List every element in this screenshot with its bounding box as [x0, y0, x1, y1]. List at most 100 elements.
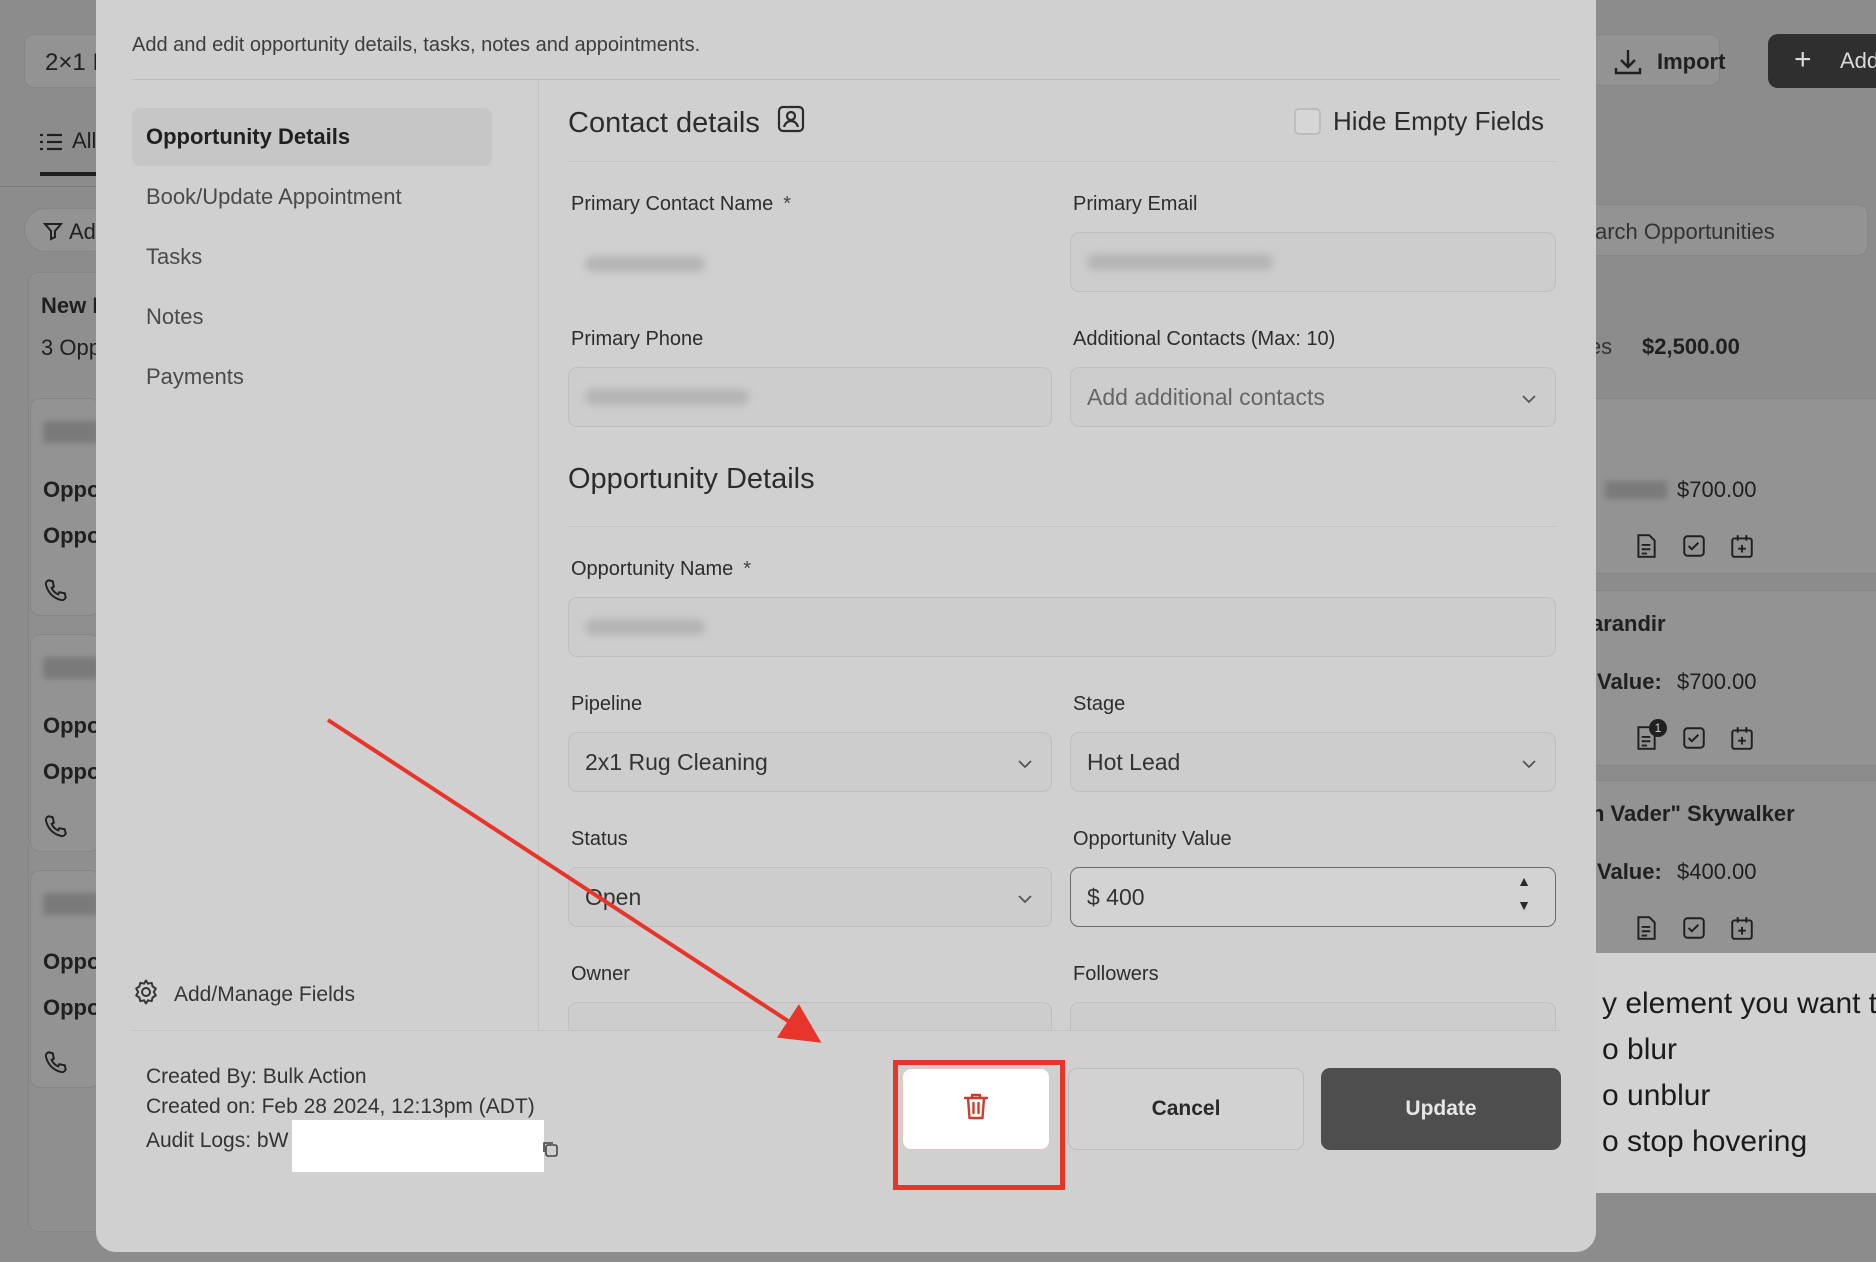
- add-manage-fields-label: Add/Manage Fields: [174, 983, 355, 1006]
- primary-email-input[interactable]: [1070, 232, 1556, 292]
- contact-details-title: Contact details: [568, 104, 806, 142]
- opportunity-card[interactable]: $700.00: [1580, 398, 1876, 574]
- opportunity-card[interactable]: arandir Value: $700.00 1: [1580, 590, 1876, 766]
- add-opportunity-button[interactable]: + Add: [1768, 34, 1876, 88]
- trash-icon: [960, 1090, 992, 1128]
- primary-contact-name-input[interactable]: [568, 234, 1052, 294]
- pipeline-label: Pipeline: [571, 693, 643, 715]
- plus-icon: +: [1794, 43, 1812, 76]
- note-icon[interactable]: [1633, 915, 1659, 941]
- import-label: Import: [1657, 49, 1726, 74]
- section-divider: [568, 526, 1556, 527]
- followers-label: Followers: [1073, 963, 1159, 985]
- opportunity-card[interactable]: Oppo Oppo: [30, 398, 100, 616]
- created-on: Created on: Feb 28 2024, 12:13pm (ADT): [146, 1095, 535, 1118]
- stage-value: Hot Lead: [1087, 748, 1181, 775]
- chevron-down-icon: [1519, 388, 1539, 408]
- add-filter-label: Ad: [69, 219, 96, 244]
- opportunity-value-input[interactable]: $ 400 ▲ ▼: [1070, 867, 1556, 927]
- followers-select[interactable]: [1070, 1002, 1556, 1030]
- opportunity-card[interactable]: Oppo Oppo: [30, 634, 100, 852]
- stage-select[interactable]: Hot Lead: [1070, 732, 1556, 792]
- download-icon: [1613, 47, 1643, 77]
- number-stepper[interactable]: ▲ ▼: [1517, 874, 1531, 912]
- nav-opportunity-details[interactable]: Opportunity Details: [132, 108, 492, 166]
- pipeline-select[interactable]: 2x1 Rug Cleaning: [568, 732, 1052, 792]
- add-manage-fields-link[interactable]: Add/Manage Fields: [132, 978, 355, 1012]
- primary-phone-input[interactable]: [568, 367, 1052, 427]
- opportunity-value-label: Opportunity Value: [1073, 828, 1232, 850]
- modal-subtitle: Add and edit opportunity details, tasks,…: [132, 34, 701, 56]
- task-icon[interactable]: [1681, 915, 1707, 941]
- contact-details-header: Contact details Hide Empty Fields: [568, 92, 1556, 162]
- update-button[interactable]: Update: [1321, 1068, 1561, 1150]
- footer-divider: [132, 1030, 1560, 1031]
- created-by: Created By: Bulk Action: [146, 1065, 367, 1088]
- opportunity-name-input[interactable]: [568, 597, 1556, 657]
- stepper-down-icon[interactable]: ▼: [1517, 898, 1531, 912]
- blur-hint-panel: y element you want to o blur o unblur o …: [1596, 953, 1876, 1193]
- cancel-button[interactable]: Cancel: [1068, 1068, 1304, 1150]
- filter-icon: [42, 221, 64, 241]
- phone-icon[interactable]: [43, 1049, 69, 1075]
- hint-line: o blur: [1602, 1033, 1678, 1066]
- copy-icon[interactable]: [541, 1140, 559, 1158]
- additional-contacts-select[interactable]: Add additional contacts: [1070, 367, 1556, 427]
- opportunity-value: $ 400: [1087, 883, 1145, 910]
- redacted-value: [585, 389, 749, 405]
- card-name: h Vader" Skywalker: [1591, 801, 1795, 826]
- nav-tasks[interactable]: Tasks: [132, 228, 492, 286]
- nav-notes[interactable]: Notes: [132, 288, 492, 346]
- redacted-value: [1087, 254, 1273, 270]
- calendar-icon[interactable]: [1729, 725, 1755, 751]
- card-value-label: Value:: [1597, 669, 1662, 694]
- card-label: Oppo: [43, 713, 101, 738]
- stage-label: Stage: [1073, 693, 1126, 715]
- gear-icon: [132, 978, 160, 1012]
- hide-empty-fields-toggle[interactable]: Hide Empty Fields: [1294, 106, 1544, 137]
- calendar-icon[interactable]: [1729, 915, 1755, 941]
- status-select[interactable]: Open: [568, 867, 1052, 927]
- nav-book-appointment[interactable]: Book/Update Appointment: [132, 168, 492, 226]
- opportunity-name-label: Opportunity Name *: [571, 558, 751, 581]
- opportunity-name-label-text: Opportunity Name: [571, 558, 734, 580]
- card-value: $400.00: [1677, 859, 1757, 884]
- tab-all[interactable]: All: [40, 128, 96, 176]
- primary-contact-name-label-text: Primary Contact Name: [571, 193, 774, 215]
- owner-select[interactable]: [568, 1002, 1052, 1030]
- opportunity-card[interactable]: h Vader" Skywalker Value: $400.00: [1580, 780, 1876, 956]
- chevron-down-icon: [1015, 753, 1035, 773]
- column-total-value: $2,500.00: [1642, 334, 1740, 359]
- note-icon[interactable]: [1633, 533, 1659, 559]
- card-label: Oppo: [43, 949, 101, 974]
- hint-line: o stop hovering: [1602, 1125, 1808, 1158]
- list-icon: [40, 132, 62, 152]
- card-label: Oppo: [43, 477, 101, 502]
- card-label: Oppo: [43, 995, 101, 1020]
- card-label: Oppo: [43, 523, 101, 548]
- additional-contacts-label: Additional Contacts (Max: 10): [1073, 328, 1336, 350]
- import-button[interactable]: Import: [1590, 34, 1725, 86]
- phone-icon[interactable]: [43, 577, 69, 603]
- card-value: $700.00: [1677, 669, 1757, 694]
- nav-payments[interactable]: Payments: [132, 348, 492, 406]
- search-placeholder: arch Opportunities: [1595, 219, 1775, 244]
- additional-contacts-placeholder: Add additional contacts: [1087, 383, 1325, 410]
- delete-opportunity-button[interactable]: [902, 1068, 1050, 1150]
- hide-empty-checkbox[interactable]: [1294, 108, 1322, 135]
- edit-opportunity-modal: Add and edit opportunity details, tasks,…: [96, 0, 1596, 1252]
- opportunity-card[interactable]: Oppo Oppo: [30, 870, 100, 1088]
- phone-icon[interactable]: [43, 813, 69, 839]
- required-mark: *: [743, 558, 752, 580]
- chevron-down-icon: [1519, 753, 1539, 773]
- modal-side-nav: Opportunity Details Book/Update Appointm…: [132, 108, 492, 408]
- pipeline-filter-label: 2×1 I: [45, 49, 100, 76]
- task-icon[interactable]: [1681, 533, 1707, 559]
- calendar-icon[interactable]: [1729, 533, 1755, 559]
- opportunity-details-title: Opportunity Details: [568, 463, 815, 495]
- audit-logs: Audit Logs: bW: [146, 1129, 289, 1152]
- search-opportunities-input[interactable]: arch Opportunities: [1560, 204, 1868, 256]
- opportunity-form: Contact details Hide Empty Fields Primar…: [546, 80, 1556, 1030]
- stepper-up-icon[interactable]: ▲: [1517, 874, 1531, 888]
- task-icon[interactable]: [1681, 725, 1707, 751]
